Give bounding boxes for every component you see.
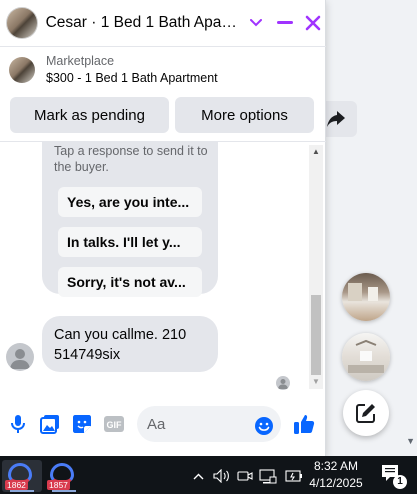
default-user-icon [278, 379, 288, 389]
conversation-avatar[interactable] [6, 7, 38, 39]
chat-header: Cesar · 1 Bed 1 Bath Apart... [0, 0, 326, 47]
room-photo-icon [348, 339, 384, 373]
page-scroll-down-arrow[interactable]: ▼ [406, 436, 415, 446]
taskbar-app-1[interactable]: 1862 [2, 460, 42, 492]
chat-head-2[interactable] [342, 333, 390, 381]
microphone-icon [11, 415, 25, 433]
listing-summary[interactable]: Marketplace $300 - 1 Bed 1 Bath Apartmen… [0, 48, 326, 92]
volume-button[interactable] [212, 468, 232, 484]
buyer-avatar[interactable] [6, 343, 34, 371]
battery-charging-icon [285, 470, 302, 482]
active-indicator [52, 490, 76, 492]
share-icon [327, 111, 345, 127]
more-options-button[interactable]: More options [175, 97, 314, 133]
notification-center-button[interactable]: 1 [381, 464, 407, 489]
notification-count-badge: 1 [393, 475, 407, 489]
gif-button[interactable]: GIF [102, 412, 126, 436]
meet-now-button[interactable] [236, 468, 254, 484]
svg-text:GIF: GIF [107, 420, 123, 430]
photo-gallery-icon [40, 415, 59, 434]
gif-icon: GIF [104, 416, 124, 432]
active-indicator [10, 490, 34, 492]
network-button[interactable] [258, 468, 278, 484]
room-photo-icon [348, 283, 378, 301]
clock-date: 4/12/2025 [309, 476, 363, 490]
sticker-button[interactable] [70, 412, 94, 436]
like-button[interactable] [292, 412, 316, 436]
app-1-badge: 1862 [5, 480, 28, 490]
power-button[interactable] [284, 468, 304, 484]
smiley-icon [255, 417, 273, 435]
suggested-replies-bubble: Tap a response to send it to the buyer. … [42, 142, 218, 297]
network-icon [259, 468, 277, 483]
thumbs-up-icon [294, 415, 315, 434]
video-camera-icon [237, 471, 253, 481]
chat-window: Cesar · 1 Bed 1 Bath Apart... Marketplac… [0, 0, 326, 456]
scroll-thumb[interactable] [311, 295, 321, 375]
chat-options-button[interactable] [243, 10, 269, 36]
close-icon [305, 15, 321, 31]
listing-source: Marketplace [46, 54, 115, 68]
quick-reply-not-available[interactable]: Sorry, it's not av... [58, 267, 202, 297]
chevron-down-icon [249, 19, 262, 27]
clock[interactable]: 8:32 AM 4/12/2025 [306, 458, 366, 492]
listing-actions: Mark as pending More options [10, 97, 314, 133]
clock-time: 8:32 AM [313, 459, 359, 473]
sticker-icon [73, 415, 91, 433]
mark-as-pending-button[interactable]: Mark as pending [10, 97, 169, 133]
scroll-up-arrow[interactable]: ▲ [312, 147, 320, 156]
default-user-icon [10, 349, 30, 369]
minimize-icon [276, 21, 293, 24]
buyer-message: Can you callme. 210 514749six [42, 316, 218, 372]
chat-title[interactable]: Cesar · 1 Bed 1 Bath Apart... [46, 14, 239, 32]
emoji-button[interactable] [252, 414, 276, 438]
listing-thumbnail [9, 57, 35, 83]
new-message-button[interactable] [343, 390, 389, 436]
chat-head-1[interactable] [342, 273, 390, 321]
attach-photo-button[interactable] [38, 412, 62, 436]
seen-indicator-avatar [276, 376, 290, 390]
chevron-up-icon [193, 473, 203, 479]
voice-clip-button[interactable] [6, 412, 30, 436]
message-list[interactable]: Tap a response to send it to the buyer. … [0, 142, 308, 392]
compose-icon [356, 404, 375, 423]
minimize-button[interactable] [272, 10, 298, 36]
quick-reply-interested[interactable]: Yes, are you inte... [58, 187, 202, 217]
speaker-icon [213, 469, 229, 483]
close-button[interactable] [300, 10, 326, 36]
taskbar-app-2[interactable]: 1857 [44, 460, 84, 492]
listing-name: $300 - 1 Bed 1 Bath Apartment [46, 71, 218, 85]
suggested-replies-hint: Tap a response to send it to the buyer. [54, 144, 208, 174]
composer: GIF [0, 394, 326, 454]
scroll-down-arrow[interactable]: ▼ [312, 377, 320, 386]
app-2-badge: 1857 [47, 480, 70, 490]
message-scrollbar[interactable]: ▲ ▼ [309, 145, 323, 389]
show-hidden-icons-button[interactable] [190, 468, 206, 484]
quick-reply-in-talks[interactable]: In talks. I'll let y... [58, 227, 202, 257]
taskbar: 1862 1857 8:32 AM 4/12/2025 1 [0, 456, 417, 494]
